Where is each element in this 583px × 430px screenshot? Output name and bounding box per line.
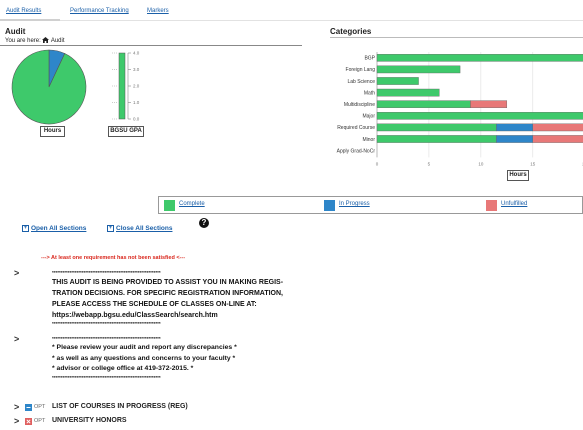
legend-label-unfulfilled: Unfulfilled — [501, 201, 528, 207]
opt-section-in-progress[interactable]: > OPT LIST OF COURSES IN PROGRESS (REG) — [14, 402, 314, 413]
home-icon[interactable] — [42, 37, 50, 45]
plus-box-icon: + — [107, 225, 114, 232]
categories-divider — [330, 37, 583, 38]
notice-line: TRATION DECISIONS. FOR SPECIFIC REGISTRA… — [52, 290, 283, 297]
category-bar-complete[interactable] — [376, 123, 497, 132]
hours-pie-chart — [11, 49, 87, 125]
gpa-y-tick-label: 3.0 — [133, 67, 140, 72]
in-progress-status-icon — [25, 404, 32, 411]
pie-slice-complete[interactable] — [11, 49, 87, 125]
category-x-tick-label: 10 — [478, 161, 484, 166]
notice-line: PLEASE ACCESS THE SCHEDULE OF CLASSES ON… — [52, 301, 257, 308]
gpa-bar[interactable] — [118, 52, 126, 120]
tab-audit-results[interactable]: Audit Results — [6, 8, 41, 14]
notice-line: * as well as any questions and concerns … — [52, 354, 236, 362]
help-icon[interactable]: ? — [199, 218, 209, 228]
page-title: Audit — [5, 27, 26, 36]
active-tab-indicator — [0, 19, 60, 21]
categories-title: Categories — [330, 27, 372, 36]
categories-x-axis-label: Hours — [507, 170, 529, 181]
open-all-sections-label: Open All Sections — [31, 225, 87, 233]
category-bar-unfulfilled[interactable] — [532, 135, 583, 143]
category-label: Foreign Lang — [346, 67, 376, 73]
gpa-y-tick-label: 0.0 — [133, 117, 140, 122]
tab-markers[interactable]: Markers — [147, 8, 169, 14]
notice-line: * Please review your audit and report an… — [52, 344, 237, 351]
category-label: BGP — [364, 56, 375, 62]
category-label: Multidiscipline — [344, 102, 375, 108]
notice-stars-bottom: ****************************************… — [52, 321, 161, 326]
category-label: Required Course — [337, 125, 375, 131]
breadcrumb-page: Audit — [50, 38, 65, 44]
unfulfilled-status-icon — [25, 418, 32, 425]
expand-chevron-icon[interactable]: > — [14, 334, 19, 344]
category-x-tick-label: 5 — [428, 161, 431, 166]
close-all-sections-link[interactable]: + Close All Sections — [107, 225, 172, 232]
legend-label-complete: Complete — [179, 201, 205, 207]
category-bar-complete[interactable] — [376, 100, 471, 108]
tab-divider — [0, 20, 583, 21]
category-bar-complete[interactable] — [376, 53, 583, 62]
category-x-tick-label: 0 — [376, 161, 379, 166]
breadcrumb: You are here: Audit — [5, 37, 65, 45]
tab-performance-tracking[interactable]: Performance Tracking — [70, 8, 129, 14]
categories-bar-chart: 05101520BGPForeign LangLab ScienceMathMu… — [337, 52, 583, 166]
opt-tag: OPT — [34, 418, 46, 424]
category-label: Math — [364, 90, 375, 96]
legend-swatch-unfulfilled — [486, 200, 497, 211]
legend-swatch-complete — [164, 200, 175, 211]
category-bar-unfulfilled[interactable] — [532, 123, 583, 132]
expand-chevron-icon[interactable]: > — [14, 416, 19, 426]
notice-stars-top: ****************************************… — [52, 336, 161, 341]
category-label: Major — [362, 114, 375, 120]
category-bar-unfulfilled[interactable] — [470, 100, 508, 108]
gpa-chart-label: BGSU GPA — [108, 126, 144, 137]
category-bar-complete[interactable] — [376, 88, 440, 97]
requirement-warning: ---> At least one requirement has not be… — [41, 255, 186, 261]
breadcrumb-prefix: You are here: — [5, 38, 41, 44]
notice-line: * advisor or college office at 419-372-2… — [52, 365, 194, 372]
legend-label-in-progress: In Progress — [339, 201, 370, 207]
close-all-sections-label: Close All Sections — [116, 225, 173, 233]
notice-line: https://webapp.bgsu.edu/ClassSearch/sear… — [52, 312, 218, 319]
category-bar-complete[interactable] — [376, 65, 461, 74]
notice-stars-top: ****************************************… — [52, 270, 161, 275]
category-label: Apply Grad-NoCr — [337, 148, 376, 154]
category-label: Minor — [362, 137, 375, 143]
category-bar-complete[interactable] — [376, 111, 583, 120]
category-bar-complete[interactable] — [376, 135, 497, 143]
review-notice: ****************************************… — [52, 336, 237, 381]
category-x-tick-label: 15 — [530, 161, 536, 166]
hours-pie-label: Hours — [40, 126, 65, 137]
gpa-y-tick-label: 2.0 — [133, 84, 140, 89]
category-bar-in-progress[interactable] — [496, 123, 533, 132]
gpa-bar-chart: 4.0 3.0 2.0 1.0 0.0 — [112, 51, 140, 122]
audit-divider — [0, 45, 302, 46]
notice-stars-bottom: ****************************************… — [52, 374, 161, 380]
open-all-sections-link[interactable]: + Open All Sections — [22, 225, 86, 232]
expand-chevron-icon[interactable]: > — [14, 268, 19, 278]
chart-legend: Complete In Progress Unfulfilled — [158, 196, 583, 214]
opt-section-label: LIST OF COURSES IN PROGRESS (REG) — [52, 403, 188, 410]
tab-bar: Audit Results Performance Tracking Marke… — [0, 0, 583, 22]
gpa-y-tick-label: 1.0 — [133, 100, 140, 105]
opt-tag: OPT — [34, 404, 46, 410]
category-bar-complete[interactable] — [376, 77, 419, 85]
opt-section-unfulfilled[interactable]: > OPT UNIVERSITY HONORS — [14, 416, 314, 427]
category-label: Lab Science — [347, 79, 375, 85]
plus-box-icon: + — [22, 225, 29, 232]
expand-chevron-icon[interactable]: > — [14, 402, 19, 412]
legend-swatch-in-progress — [324, 200, 335, 211]
category-bar-in-progress[interactable] — [496, 135, 533, 143]
notice-line: THIS AUDIT IS BEING PROVIDED TO ASSIST Y… — [52, 279, 284, 286]
registration-notice: ****************************************… — [52, 270, 283, 327]
opt-section-label: UNIVERSITY HONORS — [52, 417, 127, 424]
gpa-y-tick-label: 4.0 — [133, 51, 140, 56]
